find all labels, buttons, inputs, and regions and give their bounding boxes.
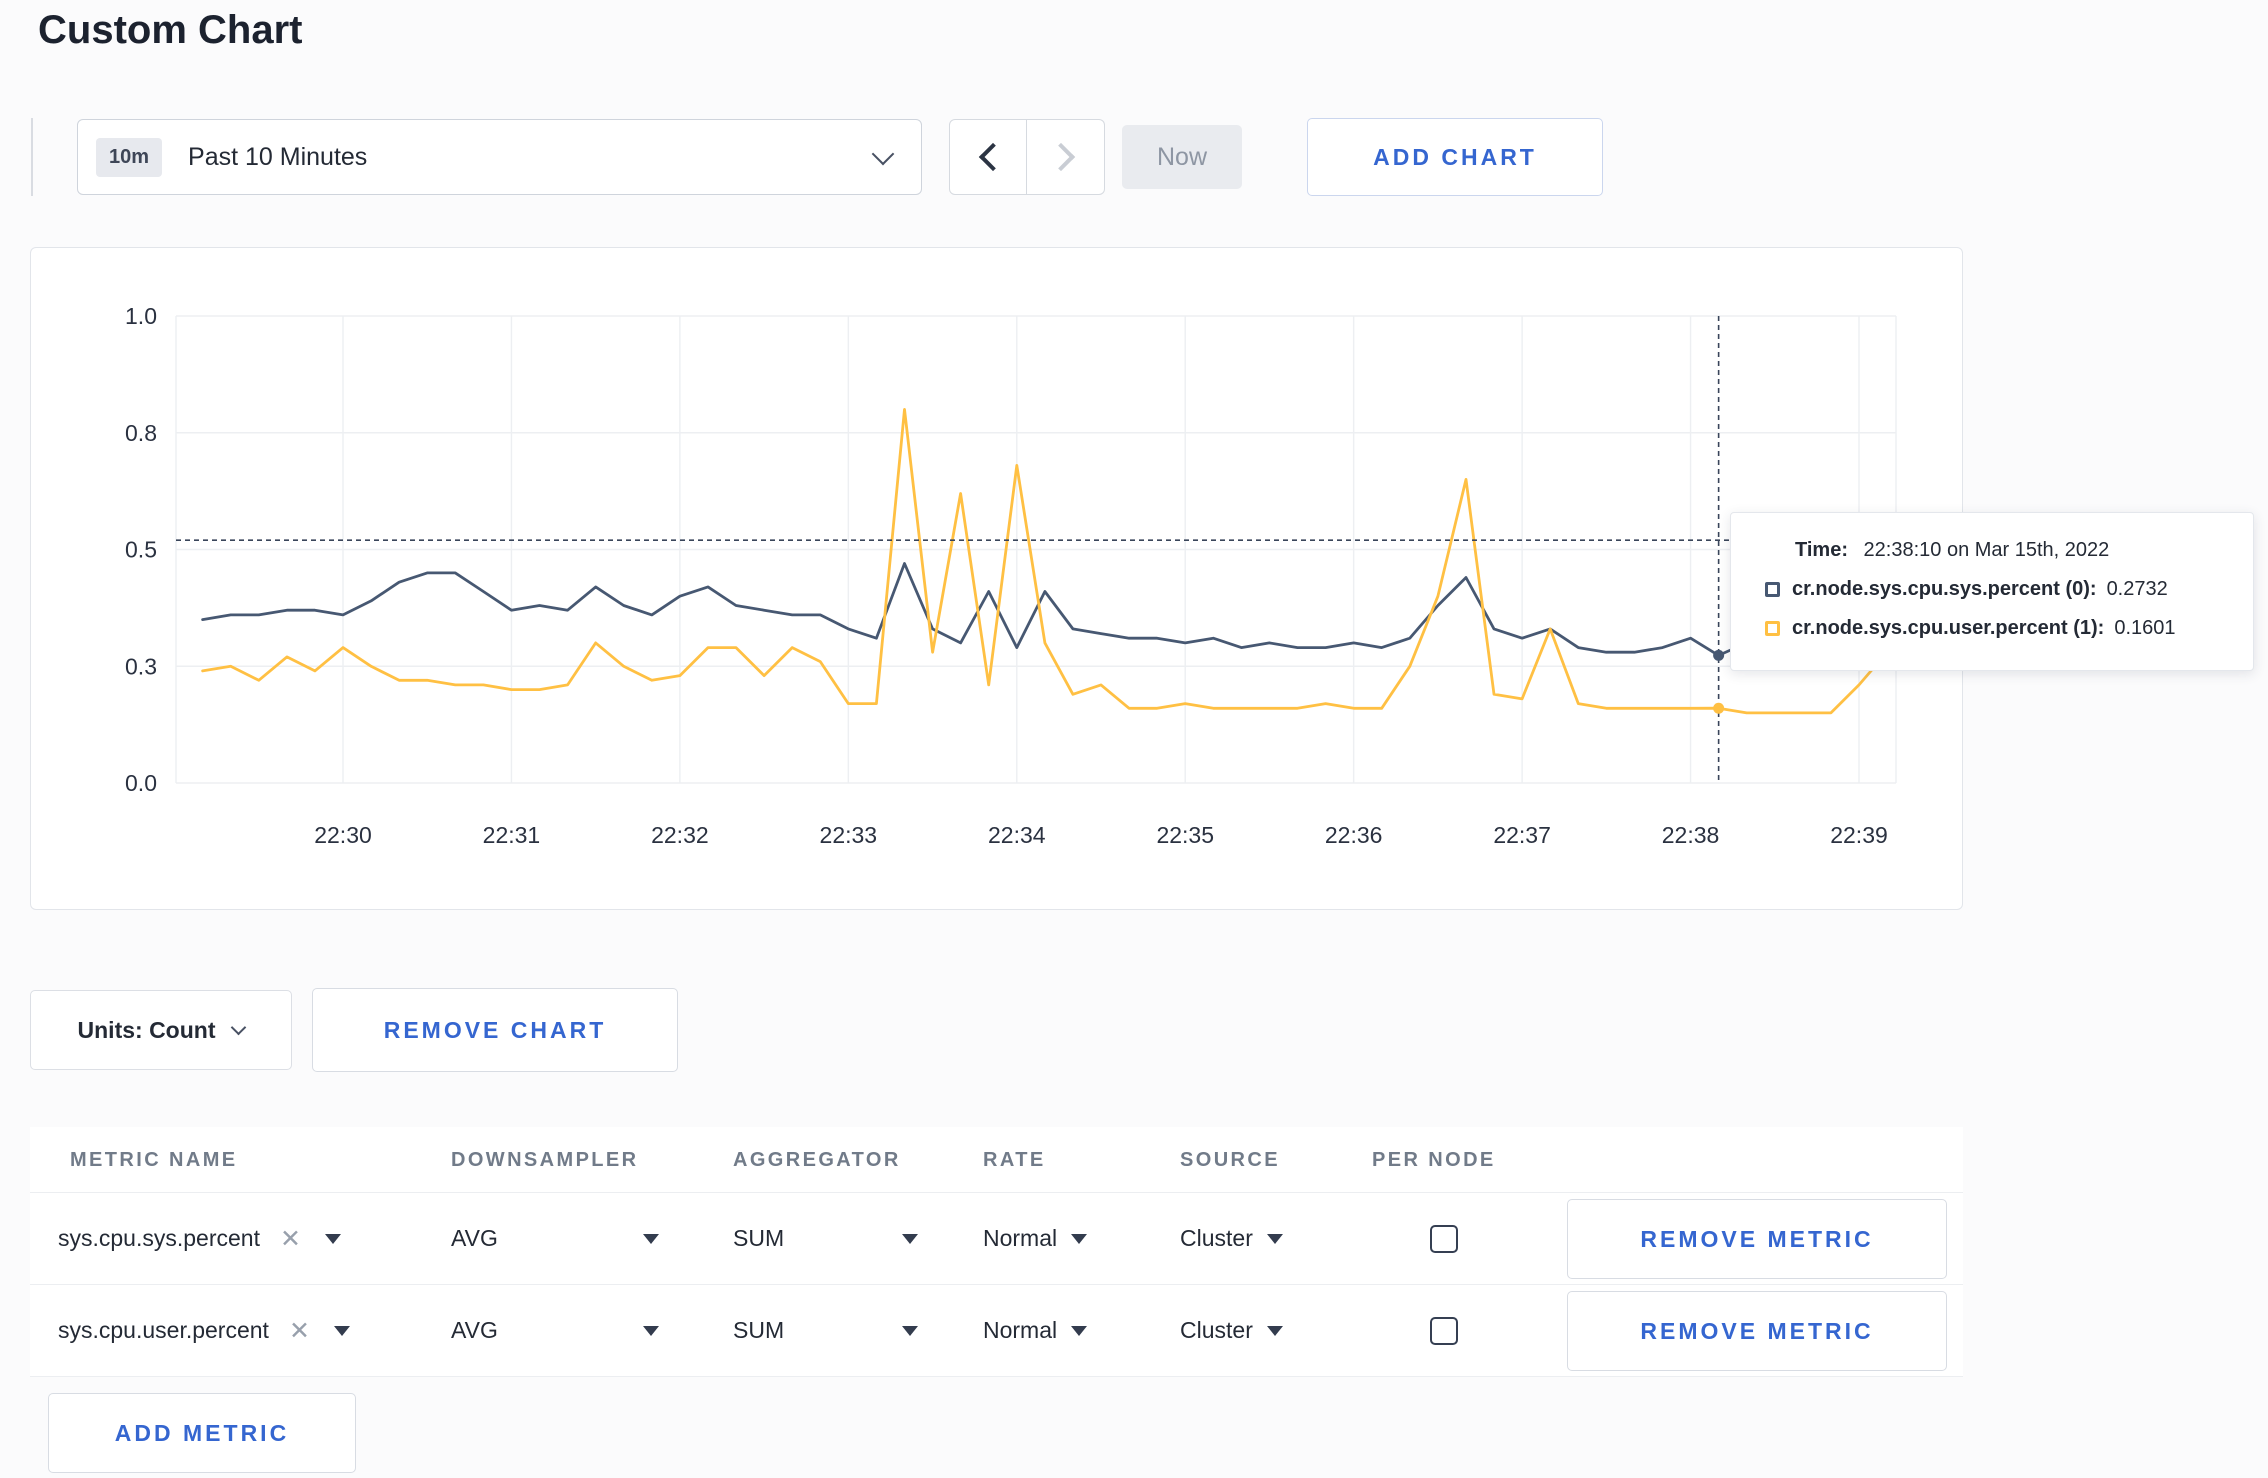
tooltip-series-row: cr.node.sys.cpu.user.percent (1): 0.1601 — [1765, 617, 2227, 640]
svg-text:0.3: 0.3 — [125, 653, 157, 679]
time-range-badge: 10m — [96, 137, 163, 177]
rate-select[interactable]: Normal — [983, 1285, 1088, 1376]
aggregator-select[interactable]: SUM — [733, 1285, 918, 1376]
tooltip-time-label: Time: — [1795, 539, 1848, 561]
chevron-down-icon — [871, 142, 895, 166]
caret-down-icon — [333, 1325, 350, 1336]
svg-text:22:37: 22:37 — [1493, 822, 1551, 848]
downsampler-select[interactable]: AVG — [451, 1193, 659, 1284]
sys-series-swatch-icon — [1765, 582, 1780, 597]
time-range-label: Past 10 Minutes — [188, 142, 368, 171]
rate-select[interactable]: Normal — [983, 1193, 1088, 1284]
caret-down-icon — [643, 1233, 659, 1244]
svg-text:22:38: 22:38 — [1662, 822, 1720, 848]
remove-metric-button[interactable]: REMOVE METRIC — [1567, 1199, 1947, 1279]
tooltip-series-label: cr.node.sys.cpu.user.percent (1): — [1792, 617, 2105, 639]
downsampler-value: AVG — [451, 1225, 498, 1251]
user-series-swatch-icon — [1765, 621, 1780, 636]
metric-row: sys.cpu.sys.percent ✕ AVG SUM Normal Clu… — [30, 1193, 1963, 1285]
chevron-down-icon — [231, 1019, 247, 1036]
caret-down-icon — [643, 1325, 659, 1336]
units-label: Units: Count — [77, 1016, 216, 1043]
column-header-aggregator: AGGREGATOR — [733, 1149, 901, 1171]
caret-down-icon — [902, 1325, 918, 1336]
tooltip-series-label: cr.node.sys.cpu.sys.percent (0): — [1792, 578, 2097, 600]
aggregator-value: SUM — [733, 1317, 785, 1343]
caret-down-icon — [902, 1233, 918, 1244]
downsampler-select[interactable]: AVG — [451, 1285, 659, 1376]
rate-value: Normal — [983, 1225, 1058, 1251]
tooltip-series-value: 0.1601 — [2114, 617, 2176, 639]
downsampler-value: AVG — [451, 1317, 498, 1343]
source-value: Cluster — [1180, 1317, 1253, 1343]
rate-value: Normal — [983, 1317, 1058, 1343]
tooltip-series-row: cr.node.sys.cpu.sys.percent (0): 0.2732 — [1765, 578, 2227, 601]
metric-name-value: sys.cpu.sys.percent — [58, 1225, 260, 1251]
metric-row: sys.cpu.user.percent ✕ AVG SUM Normal Cl… — [30, 1285, 1963, 1377]
tooltip-series-value: 0.2732 — [2106, 578, 2168, 600]
next-range-button[interactable] — [1027, 119, 1105, 195]
svg-text:22:36: 22:36 — [1325, 822, 1383, 848]
remove-metric-button[interactable]: REMOVE METRIC — [1567, 1291, 1947, 1371]
column-header-per-node: PER NODE — [1372, 1149, 1496, 1171]
caret-down-icon — [1071, 1325, 1088, 1336]
chart-tooltip: Time: 22:38:10 on Mar 15th, 2022 cr.node… — [1730, 512, 2254, 671]
per-node-checkbox[interactable] — [1430, 1317, 1458, 1345]
chart-canvas[interactable]: 0.0 0.3 0.5 0.8 1.0 22:30 22:31 22:32 22:33 22:34… — [31, 248, 1962, 909]
add-metric-button[interactable]: ADD METRIC — [48, 1393, 356, 1473]
column-header-rate: RATE — [983, 1149, 1046, 1171]
caret-down-icon — [1071, 1233, 1088, 1244]
aggregator-value: SUM — [733, 1225, 785, 1251]
per-node-checkbox[interactable] — [1430, 1225, 1458, 1253]
caret-down-icon — [1266, 1233, 1283, 1244]
source-select[interactable]: Cluster — [1180, 1285, 1283, 1376]
remove-chart-button[interactable]: REMOVE CHART — [312, 988, 678, 1072]
svg-text:22:34: 22:34 — [988, 822, 1046, 848]
prev-range-button[interactable] — [949, 119, 1027, 195]
chevron-right-icon — [1046, 142, 1075, 172]
toolbar-divider — [31, 118, 33, 196]
svg-text:1.0: 1.0 — [125, 303, 157, 329]
metric-name-value: sys.cpu.user.percent — [58, 1317, 269, 1343]
column-header-metric-name: METRIC NAME — [70, 1149, 238, 1171]
metric-name-select[interactable]: sys.cpu.sys.percent ✕ — [58, 1193, 341, 1284]
time-range-pager — [949, 119, 1105, 195]
toolbar: 10m Past 10 Minutes Now ADD CHART — [0, 118, 1603, 196]
units-select[interactable]: Units: Count — [30, 990, 292, 1070]
svg-text:0.0: 0.0 — [125, 770, 157, 796]
add-chart-button[interactable]: ADD CHART — [1307, 118, 1603, 196]
caret-down-icon — [1266, 1325, 1283, 1336]
clear-metric-icon[interactable]: ✕ — [280, 1224, 301, 1254]
chevron-left-icon — [978, 142, 1008, 172]
tooltip-time-value: 22:38:10 on Mar 15th, 2022 — [1863, 539, 2110, 561]
caret-down-icon — [324, 1233, 341, 1244]
time-range-select[interactable]: 10m Past 10 Minutes — [77, 119, 922, 195]
metrics-table-header: METRIC NAME DOWNSAMPLER AGGREGATOR RATE … — [30, 1127, 1963, 1193]
svg-text:22:35: 22:35 — [1156, 822, 1214, 848]
clear-metric-icon[interactable]: ✕ — [289, 1316, 310, 1346]
svg-text:0.8: 0.8 — [125, 420, 157, 446]
tooltip-time-row: Time: 22:38:10 on Mar 15th, 2022 — [1765, 539, 2227, 562]
svg-text:22:32: 22:32 — [651, 822, 709, 848]
source-select[interactable]: Cluster — [1180, 1193, 1283, 1284]
metrics-table: METRIC NAME DOWNSAMPLER AGGREGATOR RATE … — [30, 1127, 1963, 1377]
source-value: Cluster — [1180, 1225, 1253, 1251]
svg-text:22:30: 22:30 — [314, 822, 372, 848]
metric-name-select[interactable]: sys.cpu.user.percent ✕ — [58, 1285, 350, 1376]
now-button[interactable]: Now — [1122, 125, 1242, 189]
svg-text:22:39: 22:39 — [1830, 822, 1888, 848]
svg-text:22:31: 22:31 — [483, 822, 541, 848]
custom-chart-page: Custom Chart 10m Past 10 Minutes Now ADD… — [0, 0, 2268, 1478]
page-title: Custom Chart — [38, 8, 303, 52]
column-header-downsampler: DOWNSAMPLER — [451, 1149, 639, 1171]
aggregator-select[interactable]: SUM — [733, 1193, 918, 1284]
chart-card: 0.0 0.3 0.5 0.8 1.0 22:30 22:31 22:32 22:33 22:34… — [30, 247, 1963, 910]
svg-text:0.5: 0.5 — [125, 537, 157, 563]
svg-text:22:33: 22:33 — [820, 822, 878, 848]
column-header-source: SOURCE — [1180, 1149, 1280, 1171]
